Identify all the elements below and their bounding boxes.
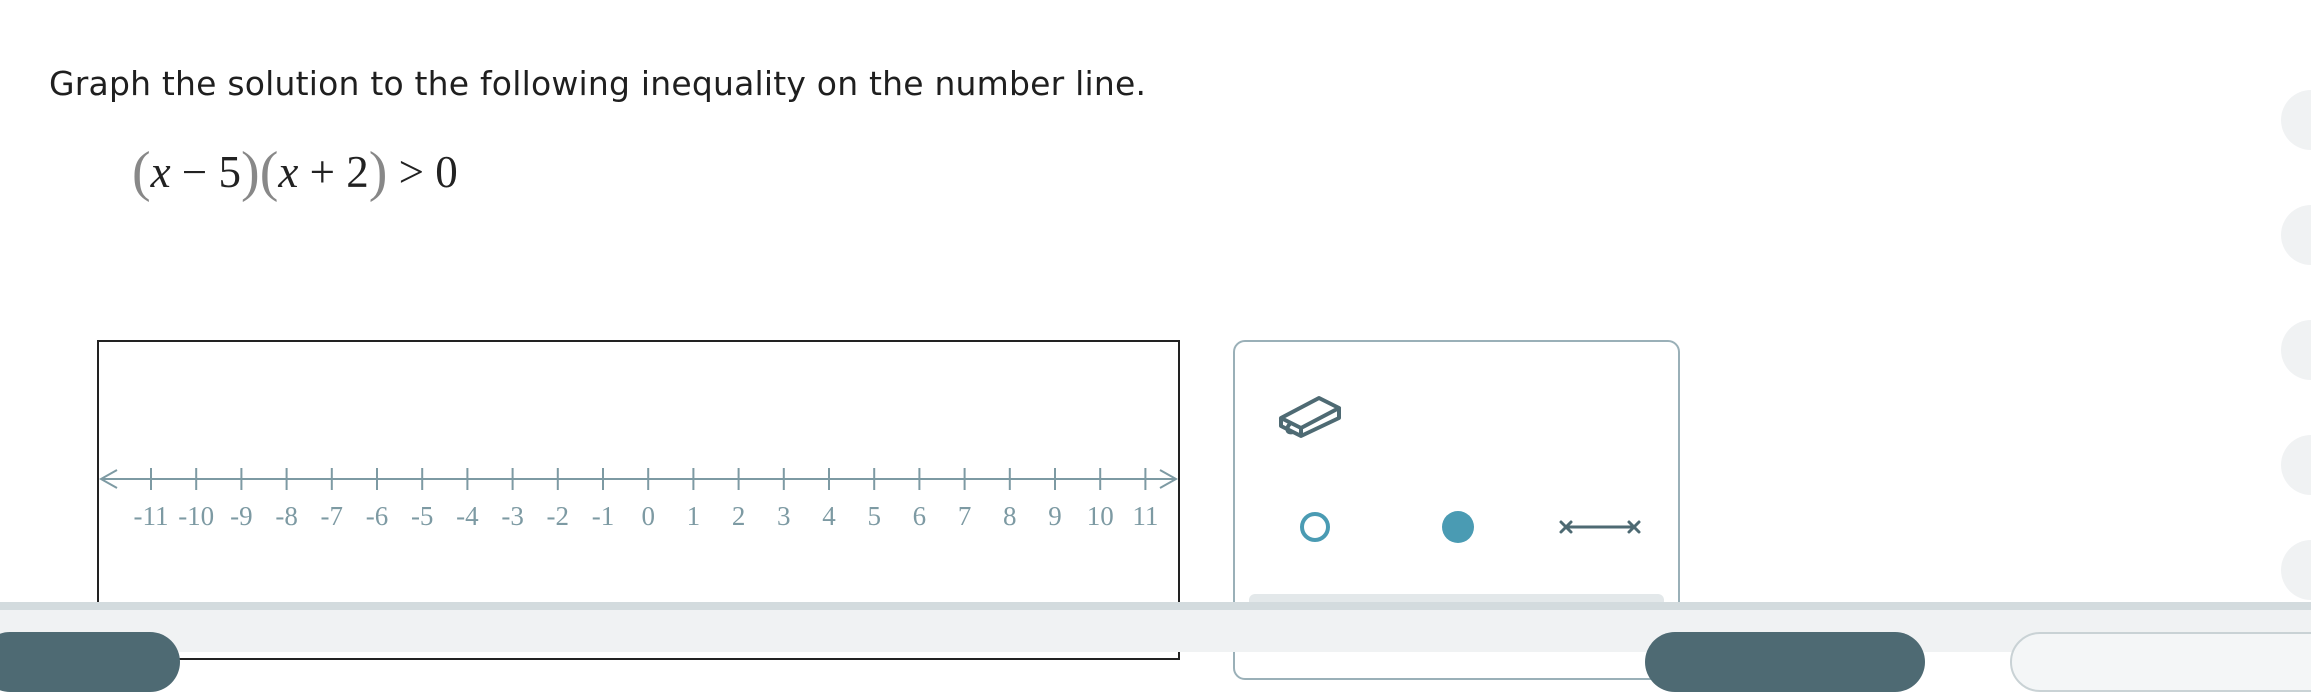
inequality-term-1-op: − 5 xyxy=(170,147,242,197)
footer-left-button[interactable] xyxy=(0,632,180,692)
inequality-expression: (x − 5)(x + 2) > 0 xyxy=(132,140,458,204)
footer-bar xyxy=(0,602,2311,652)
number-line-tick-label: 9 xyxy=(1048,501,1062,531)
side-control-3[interactable] xyxy=(2281,320,2311,380)
side-control-4[interactable] xyxy=(2281,435,2311,495)
number-line-tick-label: -3 xyxy=(501,501,523,531)
side-control-5[interactable] xyxy=(2281,540,2311,600)
number-line-tick-label: 10 xyxy=(1087,501,1114,531)
segment-icon[interactable] xyxy=(1555,507,1645,547)
number-line-tick-label: -6 xyxy=(366,501,389,531)
variable-x-2: x xyxy=(278,147,299,197)
inequality-term-2-op: + 2 xyxy=(298,147,369,197)
paren-close-1: ) xyxy=(241,141,260,203)
side-control-1[interactable] xyxy=(2281,90,2311,150)
number-line-tick-label: 8 xyxy=(1003,501,1017,531)
eraser-icon[interactable] xyxy=(1271,377,1351,447)
number-line-tick-label: -1 xyxy=(592,501,615,531)
question-prompt: Graph the solution to the following ineq… xyxy=(49,64,1147,103)
number-line-tick-label: -8 xyxy=(275,501,298,531)
side-control-2[interactable] xyxy=(2281,205,2311,265)
number-line-tick-label: 11 xyxy=(1132,501,1158,531)
number-line-tick-label: -7 xyxy=(321,501,344,531)
number-line-tick-label: 7 xyxy=(958,501,972,531)
number-line-tick-label: 4 xyxy=(822,501,836,531)
number-line-tick-label: -11 xyxy=(134,501,169,531)
number-line-tick-label: -4 xyxy=(456,501,479,531)
footer-primary-button[interactable] xyxy=(1645,632,1925,692)
inequality-relation: > 0 xyxy=(387,147,458,197)
closed-circle-icon[interactable] xyxy=(1433,502,1483,552)
paren-open-1: ( xyxy=(132,141,151,203)
number-line-tick-label: 0 xyxy=(641,501,655,531)
variable-x-1: x xyxy=(150,147,171,197)
open-circle-icon[interactable] xyxy=(1290,502,1340,552)
footer-secondary-button[interactable] xyxy=(2010,632,2311,692)
number-line-tick-label: 5 xyxy=(867,501,881,531)
number-line-tick-label: -9 xyxy=(230,501,253,531)
paren-open-2: ( xyxy=(259,141,279,203)
number-line-tick-label: -5 xyxy=(411,501,434,531)
number-line-tick-label: 2 xyxy=(732,501,746,531)
number-line-tick-label: -2 xyxy=(547,501,570,531)
number-line-tick-label: 3 xyxy=(777,501,791,531)
paren-close-2: ) xyxy=(368,141,388,203)
number-line-tick-label: 6 xyxy=(913,501,927,531)
number-line-tick-label: -10 xyxy=(178,501,214,531)
number-line-tick-label: 1 xyxy=(687,501,701,531)
